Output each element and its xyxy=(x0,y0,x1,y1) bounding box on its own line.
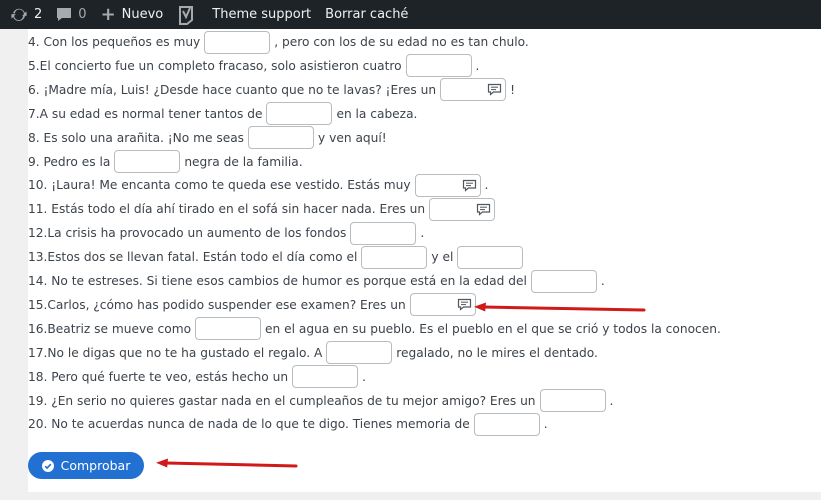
annotation-arrow-check-button xyxy=(156,458,298,468)
blank-input[interactable] xyxy=(361,245,428,269)
blank-input[interactable] xyxy=(114,150,181,173)
question-text: . xyxy=(484,178,489,193)
blank-input[interactable] xyxy=(350,221,417,245)
updates-count: 2 xyxy=(34,7,43,22)
blank-input[interactable] xyxy=(539,389,606,412)
question-text: ! xyxy=(510,82,515,97)
question-text: . xyxy=(420,226,425,241)
question-text: . xyxy=(475,58,480,73)
new-label: Nuevo xyxy=(121,7,164,22)
blank-input[interactable] xyxy=(405,54,472,78)
admin-bar: 2 0 + Nuevo Theme support Borrar caché xyxy=(0,0,821,29)
blank-input[interactable] xyxy=(204,30,271,54)
blank-input[interactable] xyxy=(414,173,481,197)
question-text: regalado, no le mires el dentado. xyxy=(396,345,598,360)
blank-input[interactable] xyxy=(292,365,359,389)
question-text: 8. Es solo una arañita. ¡No me seas xyxy=(28,130,245,145)
question-text: 17.No le digas que no te ha gustado el r… xyxy=(28,345,323,360)
question-text: 6. ¡Madre mía, Luis! ¿Desde hace cuanto … xyxy=(28,82,437,97)
question-text: 10. ¡Laura! Me encanta como te queda ese… xyxy=(28,178,411,193)
hint-bubble-icon[interactable] xyxy=(487,83,502,97)
question-text: 13.Estos dos se llevan fatal. Están todo… xyxy=(28,250,358,265)
comment-icon xyxy=(57,8,72,21)
annotation-arrow-question-15 xyxy=(474,302,646,312)
question-row: 8. Es solo una arañita. ¡No me seas y ven… xyxy=(28,126,387,150)
blank-input[interactable] xyxy=(530,269,597,293)
question-text: 20. No te acuerdas nunca de nada de lo q… xyxy=(28,417,470,432)
question-text: en la cabeza. xyxy=(336,106,418,121)
question-text: y ven aquí! xyxy=(318,130,387,145)
question-text: 19. ¿En serio no quieres gastar nada en … xyxy=(28,393,536,408)
question-row: 19. ¿En serio no quieres gastar nada en … xyxy=(28,389,613,413)
question-text: . xyxy=(543,417,548,432)
question-text: 9. Pedro es la xyxy=(28,154,111,169)
question-text: 7.A su edad es normal tener tantos de xyxy=(28,106,263,121)
clear-cache-link[interactable]: Borrar caché xyxy=(318,0,415,29)
blank-input[interactable] xyxy=(248,126,315,150)
updates-item[interactable]: 2 xyxy=(0,0,49,29)
question-text: . xyxy=(609,393,614,408)
question-row: 17.No le digas que no te ha gustado el r… xyxy=(28,341,598,365)
check-circle-icon xyxy=(41,459,54,472)
question-text: 18. Pero qué fuerte te veo, estás hecho … xyxy=(28,369,289,384)
question-text: . xyxy=(362,369,366,384)
question-text: 12.La crisis ha provocado un aumento de … xyxy=(28,226,347,241)
blank-input[interactable] xyxy=(429,197,496,221)
comments-count: 0 xyxy=(78,7,87,22)
question-text: y el xyxy=(431,250,454,265)
question-row: 18. Pero qué fuerte te veo, estás hecho … xyxy=(28,365,366,389)
question-text: 14. No te estreses. Si tiene esos cambio… xyxy=(28,274,527,288)
question-text: 4. Con los pequeños es muy xyxy=(28,35,201,49)
question-text: 15.Carlos, ¿cómo has podido suspender es… xyxy=(28,297,406,312)
new-content-item[interactable]: + Nuevo xyxy=(94,0,171,29)
check-button[interactable]: Comprobar xyxy=(28,452,144,479)
theme-support-link[interactable]: Theme support xyxy=(202,0,318,29)
question-row: 10. ¡Laura! Me encanta como te queda ese… xyxy=(28,173,488,197)
blank-input[interactable] xyxy=(409,293,476,317)
question-text: negra de la familia. xyxy=(184,154,303,169)
question-row: 5.El concierto fue un completo fracaso, … xyxy=(28,54,479,78)
blank-input[interactable] xyxy=(440,78,507,102)
question-row: 14. No te estreses. Si tiene esos cambio… xyxy=(28,269,605,293)
question-text: , pero con los de su edad no es tan chul… xyxy=(274,35,529,49)
question-text: 11. Estás todo el día ahí tirado en el s… xyxy=(28,202,426,217)
question-row: 6. ¡Madre mía, Luis! ¿Desde hace cuanto … xyxy=(28,78,515,102)
question-row: 4. Con los pequeños es muy , pero con los… xyxy=(28,30,529,54)
question-text: en el agua en su pueblo. Es el pueblo en… xyxy=(265,321,721,336)
question-row: 9. Pedro es la negra de la familia. xyxy=(28,150,303,174)
question-row: 11. Estás todo el día ahí tirado en el s… xyxy=(28,197,499,221)
question-row: 20. No te acuerdas nunca de nada de lo q… xyxy=(28,412,548,436)
blank-input[interactable] xyxy=(266,102,333,126)
blank-input[interactable] xyxy=(457,245,524,269)
refresh-icon xyxy=(11,8,27,21)
question-row: 15.Carlos, ¿cómo has podido suspender es… xyxy=(28,293,484,317)
yoast-logo-icon xyxy=(179,5,194,25)
yoast-item[interactable] xyxy=(170,0,202,29)
blank-input[interactable] xyxy=(473,412,540,436)
comments-item[interactable]: 0 xyxy=(49,0,93,29)
plus-icon: + xyxy=(100,3,116,25)
blank-input[interactable] xyxy=(326,341,393,365)
question-row: 7.A su edad es normal tener tantos de en … xyxy=(28,102,417,126)
hint-bubble-icon[interactable] xyxy=(476,203,491,216)
blank-input[interactable] xyxy=(195,317,262,341)
theme-support-label: Theme support xyxy=(212,7,312,22)
question-row: 12.La crisis ha provocado un aumento de … xyxy=(28,221,424,245)
question-row: 13.Estos dos se llevan fatal. Están todo… xyxy=(28,245,527,269)
question-row: 16.Beatriz se mueve como en el agua en su… xyxy=(28,317,721,341)
question-text: 5.El concierto fue un completo fracaso, … xyxy=(28,58,402,73)
clear-cache-label: Borrar caché xyxy=(325,7,409,22)
check-button-label: Comprobar xyxy=(60,458,131,473)
hint-bubble-icon[interactable] xyxy=(462,179,477,192)
question-text: 16.Beatriz se mueve como xyxy=(28,321,192,336)
question-text: . xyxy=(600,274,605,288)
